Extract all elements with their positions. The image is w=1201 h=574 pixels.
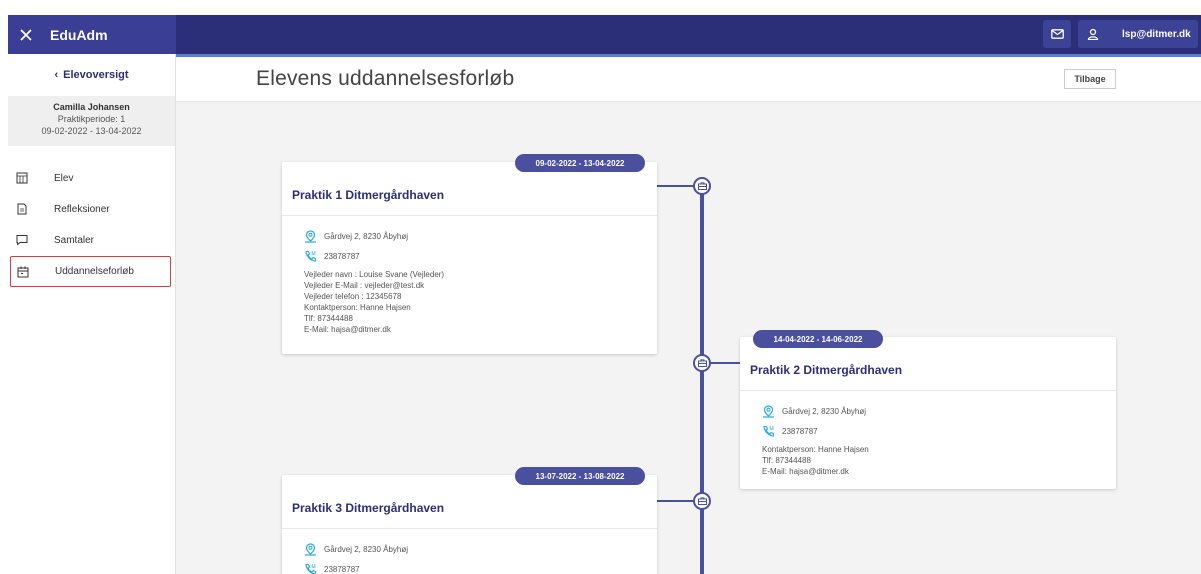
sidebar-item-elev[interactable]: Elev — [8, 163, 175, 194]
internship-card: Praktik 3 Ditmergårdhaven Gårdvej 2, 823… — [282, 475, 657, 574]
app-brand: EduAdm — [50, 26, 108, 43]
detail-line: Vejleder E-Mail : vejleder@test.dk — [304, 281, 425, 290]
sidebar-item-uddannelseforlob[interactable]: Uddannelseforløb — [10, 256, 171, 287]
close-icon — [20, 28, 32, 41]
detail-line: Kontaktperson: Hanne Hajsen — [304, 303, 411, 312]
date-range-badge: 13-07-2022 - 13-08-2022 — [515, 467, 645, 485]
close-menu-button[interactable] — [8, 15, 44, 54]
chevron-left-icon: ‹ — [54, 69, 59, 81]
user-menu-button[interactable]: lsp@ditmer.dk — [1078, 20, 1198, 48]
detail-line: Vejleder navn : Louise Svane (Vejleder) — [304, 270, 445, 279]
card-divider — [282, 215, 657, 216]
date-range-badge: 14-04-2022 - 14-06-2022 — [753, 330, 883, 348]
card-body: Gårdvej 2, 8230 Åbyhøj 23878787 Kontaktp… — [762, 401, 869, 477]
card-phone: 23878787 — [782, 426, 818, 436]
mail-icon — [1050, 29, 1064, 39]
card-phone: 23878787 — [324, 251, 360, 261]
briefcase-icon — [693, 354, 711, 372]
card-body: Gårdvej 2, 8230 Åbyhøj 23878787 — [304, 539, 408, 574]
page-header: Elevens uddannelsesforløb Tilbage — [176, 57, 1201, 102]
student-name: Camilla Johansen — [53, 102, 130, 112]
student-period: Praktikperiode: 1 — [57, 114, 126, 124]
location-icon — [305, 229, 316, 243]
back-link-label: Elevoversigt — [63, 69, 129, 81]
briefcase-icon — [693, 492, 711, 510]
detail-line: Tlf: 87344488 — [762, 456, 811, 465]
user-icon — [1087, 28, 1099, 40]
timeline-line — [700, 182, 704, 574]
card-address: Gårdvej 2, 8230 Åbyhøj — [324, 231, 409, 241]
card-title: Praktik 2 Ditmergårdhaven — [750, 363, 903, 377]
sidebar-item-samtaler[interactable]: Samtaler — [8, 225, 175, 256]
card-divider — [282, 528, 657, 529]
student-info: Camilla Johansen Praktikperiode: 1 09-02… — [8, 96, 175, 146]
address-row: Gårdvej 2, 8230 Åbyhøj — [304, 539, 408, 559]
internship-card: Praktik 1 Ditmergårdhaven Gårdvej 2, 823… — [282, 162, 657, 354]
detail-line: E-Mail: hajsa@ditmer.dk — [304, 325, 391, 334]
phone-row: 23878787 — [304, 246, 444, 266]
main-content: Elevens uddannelsesforløb Tilbage Prakti… — [176, 57, 1201, 574]
sidebar-item-label: Elev — [54, 173, 74, 184]
back-button[interactable]: Tilbage — [1064, 69, 1116, 89]
sidebar-item-refleksioner[interactable]: Refleksioner — [8, 194, 175, 225]
address-row: Gårdvej 2, 8230 Åbyhøj — [304, 226, 444, 246]
phone-icon — [305, 563, 317, 574]
sidebar-item-label: Uddannelseforløb — [55, 266, 134, 277]
document-icon — [17, 203, 27, 215]
location-icon — [305, 542, 316, 556]
date-range-badge: 09-02-2022 - 13-04-2022 — [515, 154, 645, 172]
sidebar-item-label: Refleksioner — [54, 204, 110, 215]
user-email: lsp@ditmer.dk — [1122, 28, 1191, 40]
sidebar-nav: Elev Refleksioner Samtaler Uddannelsefor… — [8, 163, 175, 287]
location-icon — [763, 404, 774, 418]
card-address: Gårdvej 2, 8230 Åbyhøj — [782, 406, 867, 416]
chat-icon — [16, 235, 28, 246]
back-to-student-overview-link[interactable]: ‹ Elevoversigt — [8, 54, 175, 96]
card-title: Praktik 3 Ditmergårdhaven — [292, 501, 445, 515]
card-title: Praktik 1 Ditmergårdhaven — [292, 188, 445, 202]
detail-line: Vejleder telefon : 12345678 — [304, 292, 402, 301]
phone-icon — [305, 250, 317, 262]
briefcase-icon — [693, 177, 711, 195]
sidebar-item-label: Samtaler — [54, 235, 95, 246]
phone-row: 23878787 — [304, 559, 408, 574]
student-dates: 09-02-2022 - 13-04-2022 — [41, 126, 142, 136]
page-title: Elevens uddannelsesforløb — [256, 67, 515, 90]
brand-area: EduAdm — [8, 15, 176, 54]
card-phone: 23878787 — [324, 564, 360, 574]
address-row: Gårdvej 2, 8230 Åbyhøj — [762, 401, 869, 421]
card-divider — [740, 390, 1116, 391]
card-body: Gårdvej 2, 8230 Åbyhøj 23878787 Vejleder… — [304, 226, 444, 335]
detail-line: Kontaktperson: Hanne Hajsen — [762, 445, 869, 454]
mail-button[interactable] — [1043, 20, 1071, 48]
phone-icon — [763, 425, 775, 437]
calendar-icon — [17, 266, 29, 278]
top-bar: EduAdm lsp@ditmer.dk — [8, 15, 1201, 57]
detail-line: E-Mail: hajsa@ditmer.dk — [762, 467, 849, 476]
calendar-grid-icon — [16, 172, 28, 184]
card-address: Gårdvej 2, 8230 Åbyhøj — [324, 544, 409, 554]
internship-card: Praktik 2 Ditmergårdhaven Gårdvej 2, 823… — [740, 337, 1116, 489]
detail-line: Tlf: 87344488 — [304, 314, 353, 323]
phone-row: 23878787 — [762, 421, 869, 441]
sidebar: ‹ Elevoversigt Camilla Johansen Praktikp… — [8, 54, 176, 574]
